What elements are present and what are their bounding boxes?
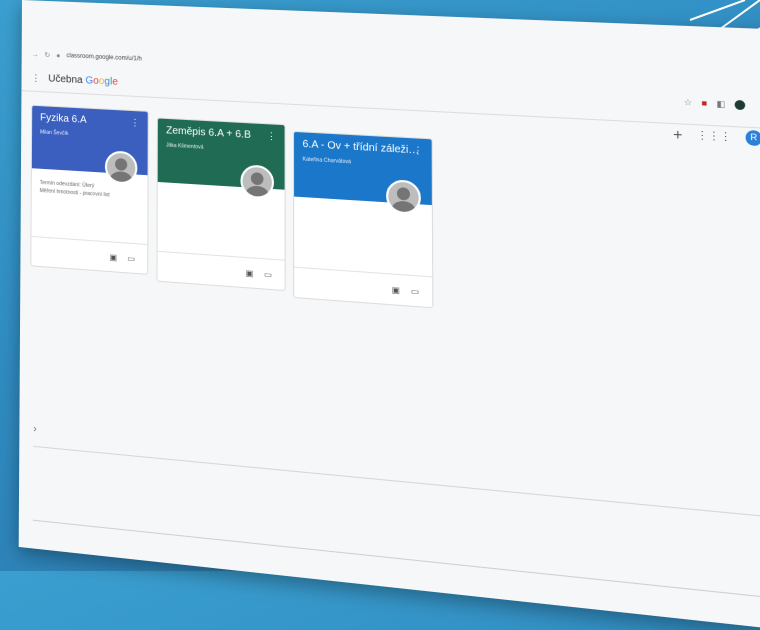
forward-icon[interactable]: → [32,51,39,58]
expand-chevron-icon[interactable]: › [33,423,36,435]
assignment-icon[interactable]: ▣ [392,285,400,295]
app-logo[interactable]: Učebna Google [48,73,118,88]
folder-icon[interactable]: ▭ [127,253,135,263]
browser-extension-icons: ☆ ■ ◧ [684,97,746,111]
class-card-footer: ▣ ▭ [31,235,148,274]
screenshot-frame: → ↻ ● classroom.google.com/u/1/h ⋮ Učebn… [18,0,760,630]
assignment-icon[interactable]: ▣ [109,252,117,262]
class-card-footer: ▣ ▭ [157,250,285,291]
google-apps-icon[interactable]: ⋮⋮⋮ [696,129,731,143]
folder-icon[interactable]: ▭ [264,269,272,279]
url-text[interactable]: classroom.google.com/u/1/h [66,53,142,63]
folder-icon[interactable]: ▭ [411,286,419,296]
app-name: Učebna [48,72,83,86]
toolbar-actions: + ⋮⋮⋮ R [673,125,760,147]
content-divider [33,445,760,517]
extension-icon[interactable]: ◧ [716,99,725,109]
extension-icon[interactable]: ■ [701,98,707,108]
profile-avatar-icon[interactable] [734,99,746,111]
class-card-footer: ▣ ▭ [294,266,433,308]
main-menu-icon[interactable]: ⋮ [31,72,40,83]
class-title[interactable]: 6.A - Ov + třídní záleži… [303,139,423,157]
class-card[interactable]: 6.A - Ov + třídní záleži… Kateřina Charv… [292,130,434,309]
reload-icon[interactable]: ↻ [44,51,50,59]
lock-icon: ● [56,52,61,60]
page-bottom-divider [32,519,760,598]
class-title[interactable]: Fyzika 6.A [40,112,139,129]
class-card[interactable]: Zeměpis 6.A + 6.B Jitka Klimentová ⋮ ▣ ▭ [156,117,286,292]
class-card[interactable]: Fyzika 6.A Milan Ševčík ⋮ Termín odevzdá… [30,104,149,275]
more-options-icon[interactable]: ⋮ [413,145,423,157]
browser-window: → ↻ ● classroom.google.com/u/1/h ⋮ Učebn… [18,0,760,630]
more-options-icon[interactable]: ⋮ [267,130,276,142]
assignment-icon[interactable]: ▣ [245,268,253,278]
more-options-icon[interactable]: ⋮ [130,117,139,129]
star-icon[interactable]: ☆ [684,97,692,107]
address-bar[interactable]: → ↻ ● classroom.google.com/u/1/h [32,50,142,63]
add-class-button[interactable]: + [673,125,683,143]
class-teacher: Milan Ševčík [39,129,69,137]
class-teacher: Jitka Klimentová [166,142,204,151]
class-teacher: Kateřina Charvátová [302,156,352,166]
class-title[interactable]: Zeměpis 6.A + 6.B [166,125,276,142]
account-avatar[interactable]: R [745,129,760,147]
